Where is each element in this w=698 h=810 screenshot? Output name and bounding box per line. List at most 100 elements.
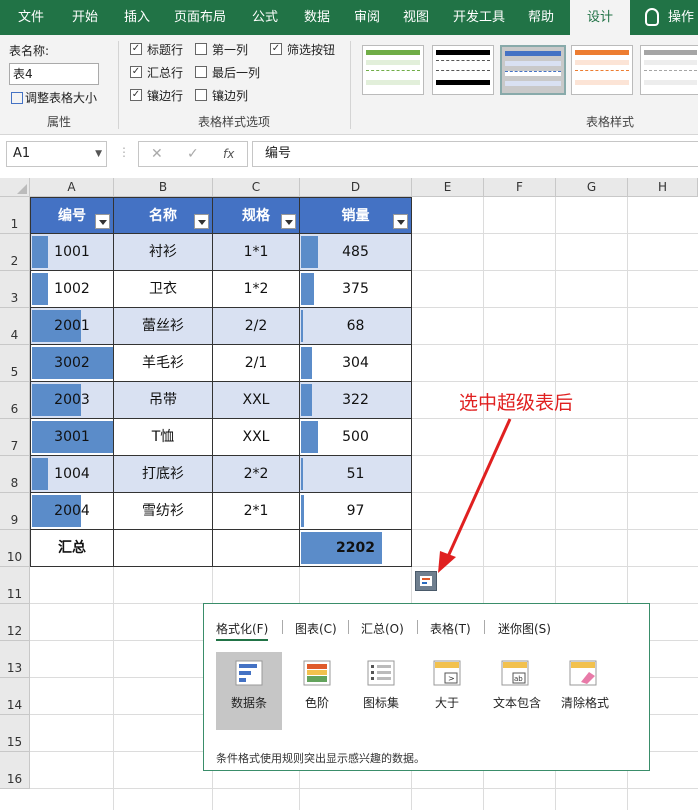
total-row-cell[interactable] <box>114 530 213 567</box>
table-cell-name[interactable]: 羊毛衫 <box>114 345 213 382</box>
row-header[interactable]: 16 <box>0 752 30 789</box>
color-scale-option[interactable]: 色阶 <box>284 652 350 730</box>
lightbulb-icon[interactable] <box>645 8 659 26</box>
row-header[interactable]: 5 <box>0 345 30 382</box>
tab-review[interactable]: 审阅 <box>346 0 388 35</box>
tab-file[interactable]: 文件 <box>10 0 52 35</box>
table-cell-sales[interactable]: 500 <box>300 419 412 456</box>
banded-rows-checkbox[interactable]: ✓ <box>130 89 142 101</box>
table-cell-sales[interactable]: 375 <box>300 271 412 308</box>
row-header[interactable]: 2 <box>0 234 30 271</box>
table-cell-id[interactable]: 1004 <box>30 456 114 493</box>
table-cell-sales[interactable]: 51 <box>300 456 412 493</box>
table-cell-spec[interactable]: 1*2 <box>213 271 300 308</box>
table-header-cell[interactable]: 销量 <box>300 197 412 234</box>
table-cell-sales[interactable]: 322 <box>300 382 412 419</box>
enter-icon[interactable]: ✓ <box>187 146 199 162</box>
row-header[interactable]: 10 <box>0 530 30 567</box>
clear-format-option[interactable]: 清除格式 <box>550 652 620 730</box>
tab-help[interactable]: 帮助 <box>520 0 562 35</box>
table-cell-name[interactable]: 卫衣 <box>114 271 213 308</box>
icon-sets-option[interactable]: 图标集 <box>348 652 414 730</box>
table-cell-name[interactable]: 雪纺衫 <box>114 493 213 530</box>
table-cell-id[interactable]: 2001 <box>30 308 114 345</box>
total-label-cell[interactable]: 汇总 <box>30 530 114 567</box>
column-header-a[interactable]: A <box>30 178 114 197</box>
row-header[interactable]: 11 <box>0 567 30 604</box>
filter-dropdown-button[interactable] <box>194 214 209 229</box>
table-cell-name[interactable]: T恤 <box>114 419 213 456</box>
total-row-cell[interactable] <box>213 530 300 567</box>
table-cell-id[interactable]: 3001 <box>30 419 114 456</box>
name-box[interactable]: A1 ▼ <box>6 141 107 167</box>
table-style-blue[interactable] <box>500 45 566 95</box>
column-header-b[interactable]: B <box>114 178 213 197</box>
banded-columns-checkbox[interactable] <box>195 89 207 101</box>
row-header[interactable]: 1 <box>0 197 30 234</box>
table-cell-spec[interactable]: 2*1 <box>213 493 300 530</box>
greater-than-option[interactable]: > 大于 <box>414 652 480 730</box>
table-cell-sales[interactable]: 97 <box>300 493 412 530</box>
row-header[interactable]: 7 <box>0 419 30 456</box>
insert-function-icon[interactable]: fx <box>223 147 234 161</box>
table-header-cell[interactable]: 编号 <box>30 197 114 234</box>
row-header[interactable]: 3 <box>0 271 30 308</box>
formula-input[interactable]: 编号 <box>252 141 698 167</box>
filter-dropdown-button[interactable] <box>393 214 408 229</box>
tab-page-layout[interactable]: 页面布局 <box>168 0 232 35</box>
filter-button-checkbox[interactable]: ✓ <box>270 43 282 55</box>
table-cell-spec[interactable]: XXL <box>213 382 300 419</box>
data-bars-option[interactable]: 数据条 <box>216 652 282 730</box>
tab-home[interactable]: 开始 <box>64 0 106 35</box>
text-contains-option[interactable]: ab 文本包含 <box>482 652 552 730</box>
filter-dropdown-button[interactable] <box>95 214 110 229</box>
table-cell-spec[interactable]: 1*1 <box>213 234 300 271</box>
column-header-c[interactable]: C <box>213 178 300 197</box>
table-cell-spec[interactable]: 2/2 <box>213 308 300 345</box>
table-cell-name[interactable]: 打底衫 <box>114 456 213 493</box>
row-header[interactable]: 6 <box>0 382 30 419</box>
chevron-down-icon[interactable]: ▼ <box>95 142 102 166</box>
table-cell-spec[interactable]: 2*2 <box>213 456 300 493</box>
qa-tab-formatting[interactable]: 格式化(F) <box>216 620 269 641</box>
tab-developer[interactable]: 开发工具 <box>447 0 511 35</box>
tab-data[interactable]: 数据 <box>296 0 338 35</box>
quick-analysis-button[interactable] <box>415 571 437 591</box>
table-cell-id[interactable]: 2003 <box>30 382 114 419</box>
row-header[interactable]: 9 <box>0 493 30 530</box>
tab-formulas[interactable]: 公式 <box>244 0 286 35</box>
table-cell-name[interactable]: 衬衫 <box>114 234 213 271</box>
first-column-checkbox[interactable] <box>195 43 207 55</box>
table-style-black[interactable] <box>432 45 494 95</box>
cancel-icon[interactable]: ✕ <box>151 146 163 162</box>
table-header-cell[interactable]: 规格 <box>213 197 300 234</box>
table-cell-spec[interactable]: 2/1 <box>213 345 300 382</box>
table-cell-sales[interactable]: 68 <box>300 308 412 345</box>
table-cell-name[interactable]: 蕾丝衫 <box>114 308 213 345</box>
column-header-d[interactable]: D <box>300 178 412 197</box>
table-cell-id[interactable]: 2004 <box>30 493 114 530</box>
column-header-e[interactable]: E <box>412 178 484 197</box>
qa-tab-totals[interactable]: 汇总(O) <box>361 620 404 637</box>
row-header[interactable]: 13 <box>0 641 30 678</box>
table-cell-sales[interactable]: 304 <box>300 345 412 382</box>
table-style-gray[interactable] <box>640 45 698 95</box>
table-name-input[interactable]: 表4 <box>9 63 99 85</box>
row-header[interactable]: 4 <box>0 308 30 345</box>
row-header[interactable]: 14 <box>0 678 30 715</box>
qa-tab-sparklines[interactable]: 迷你图(S) <box>498 620 551 637</box>
qa-tab-charts[interactable]: 图表(C) <box>295 620 337 637</box>
table-cell-id[interactable]: 1001 <box>30 234 114 271</box>
filter-dropdown-button[interactable] <box>281 214 296 229</box>
column-header-g[interactable]: G <box>556 178 628 197</box>
row-header[interactable]: 8 <box>0 456 30 493</box>
tab-view[interactable]: 视图 <box>395 0 437 35</box>
table-cell-spec[interactable]: XXL <box>213 419 300 456</box>
qa-tab-tables[interactable]: 表格(T) <box>430 620 471 637</box>
total-value-cell[interactable]: 2202 <box>300 530 412 567</box>
table-cell-id[interactable]: 1002 <box>30 271 114 308</box>
resize-table-button[interactable]: 调整表格大小 <box>11 89 97 106</box>
table-cell-name[interactable]: 吊带 <box>114 382 213 419</box>
table-style-green[interactable] <box>362 45 424 95</box>
row-header[interactable]: 12 <box>0 604 30 641</box>
